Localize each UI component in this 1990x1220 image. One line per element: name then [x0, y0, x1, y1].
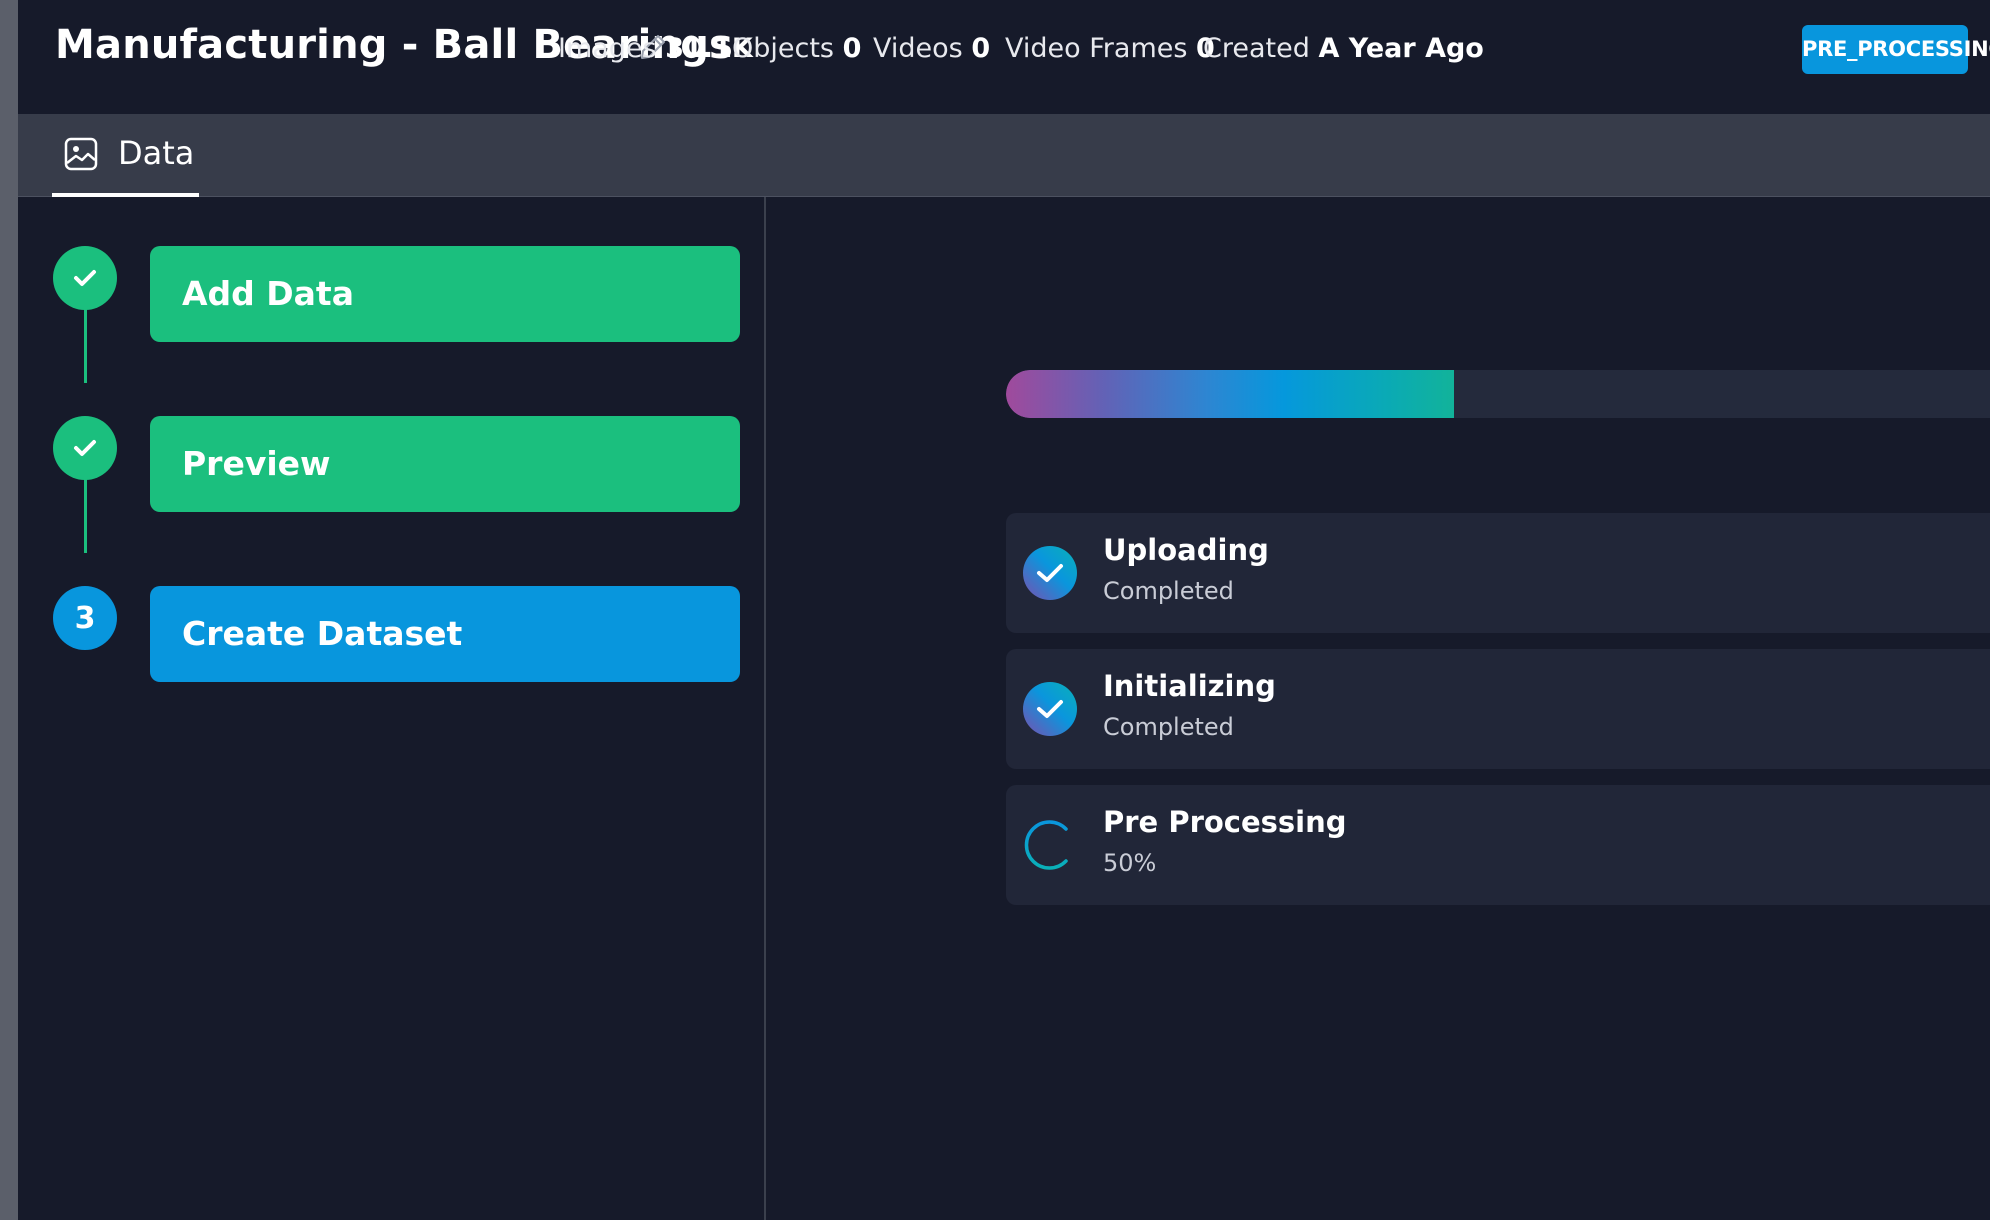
tab-bar: Data — [18, 114, 1990, 197]
stat-objects: Objects 0 — [732, 33, 861, 64]
task-status: 50% — [1103, 849, 1157, 877]
stat-videos: Videos 0 — [873, 33, 990, 64]
stat-value: 0 — [971, 33, 991, 64]
step-1-indicator — [53, 246, 117, 310]
check-icon — [74, 270, 96, 286]
status-badge: PRE_PROCESSING — [1802, 25, 1990, 74]
task-title: Uploading — [1103, 533, 1269, 567]
check-icon — [74, 440, 96, 456]
stat-video-frames: Video Frames 0 — [1005, 33, 1215, 64]
overall-progress-bar — [1006, 370, 1990, 418]
check-circle-icon — [1023, 682, 1077, 736]
stat-label: Videos — [873, 33, 963, 64]
stat-value: 0 — [842, 33, 862, 64]
progress-panel: Uploading Completed Initializing Complet… — [766, 197, 1990, 1220]
left-edge-bar — [0, 0, 19, 1220]
task-status: Completed — [1103, 713, 1234, 741]
task-initializing: Initializing Completed — [1006, 649, 1990, 769]
tab-data[interactable]: Data — [52, 114, 199, 197]
task-uploading: Uploading Completed — [1006, 513, 1990, 633]
check-circle-icon — [1023, 546, 1077, 600]
task-status: Completed — [1103, 577, 1234, 605]
stat-label: Objects — [732, 33, 835, 64]
tab-label: Data — [118, 134, 195, 172]
stepper-panel: Add Data Preview 3 Create Dataset — [18, 197, 766, 1220]
task-title: Initializing — [1103, 669, 1276, 703]
stat-label: Video Frames — [1005, 33, 1188, 64]
step-2-indicator — [53, 416, 117, 480]
preview-button[interactable]: Preview — [150, 416, 740, 512]
stat-label: Created — [1203, 33, 1310, 64]
stat-value: A Year Ago — [1318, 33, 1484, 64]
header: Manufacturing - Ball Bearings Images 31.… — [18, 0, 1990, 114]
task-title: Pre Processing — [1103, 805, 1347, 839]
stat-label: Images — [558, 33, 657, 64]
progress-fill — [1006, 370, 1454, 418]
step-3-indicator: 3 — [53, 586, 117, 650]
spinner-icon — [1024, 820, 1068, 870]
create-dataset-button[interactable]: Create Dataset — [150, 586, 740, 682]
add-data-button[interactable]: Add Data — [150, 246, 740, 342]
stat-created: Created A Year Ago — [1203, 33, 1484, 64]
app-window: Manufacturing - Ball Bearings Images 31.… — [0, 0, 1990, 1220]
stat-images: Images 31.1K — [558, 33, 753, 64]
task-pre-processing: Pre Processing 50% — [1006, 785, 1990, 905]
image-icon — [64, 137, 98, 171]
